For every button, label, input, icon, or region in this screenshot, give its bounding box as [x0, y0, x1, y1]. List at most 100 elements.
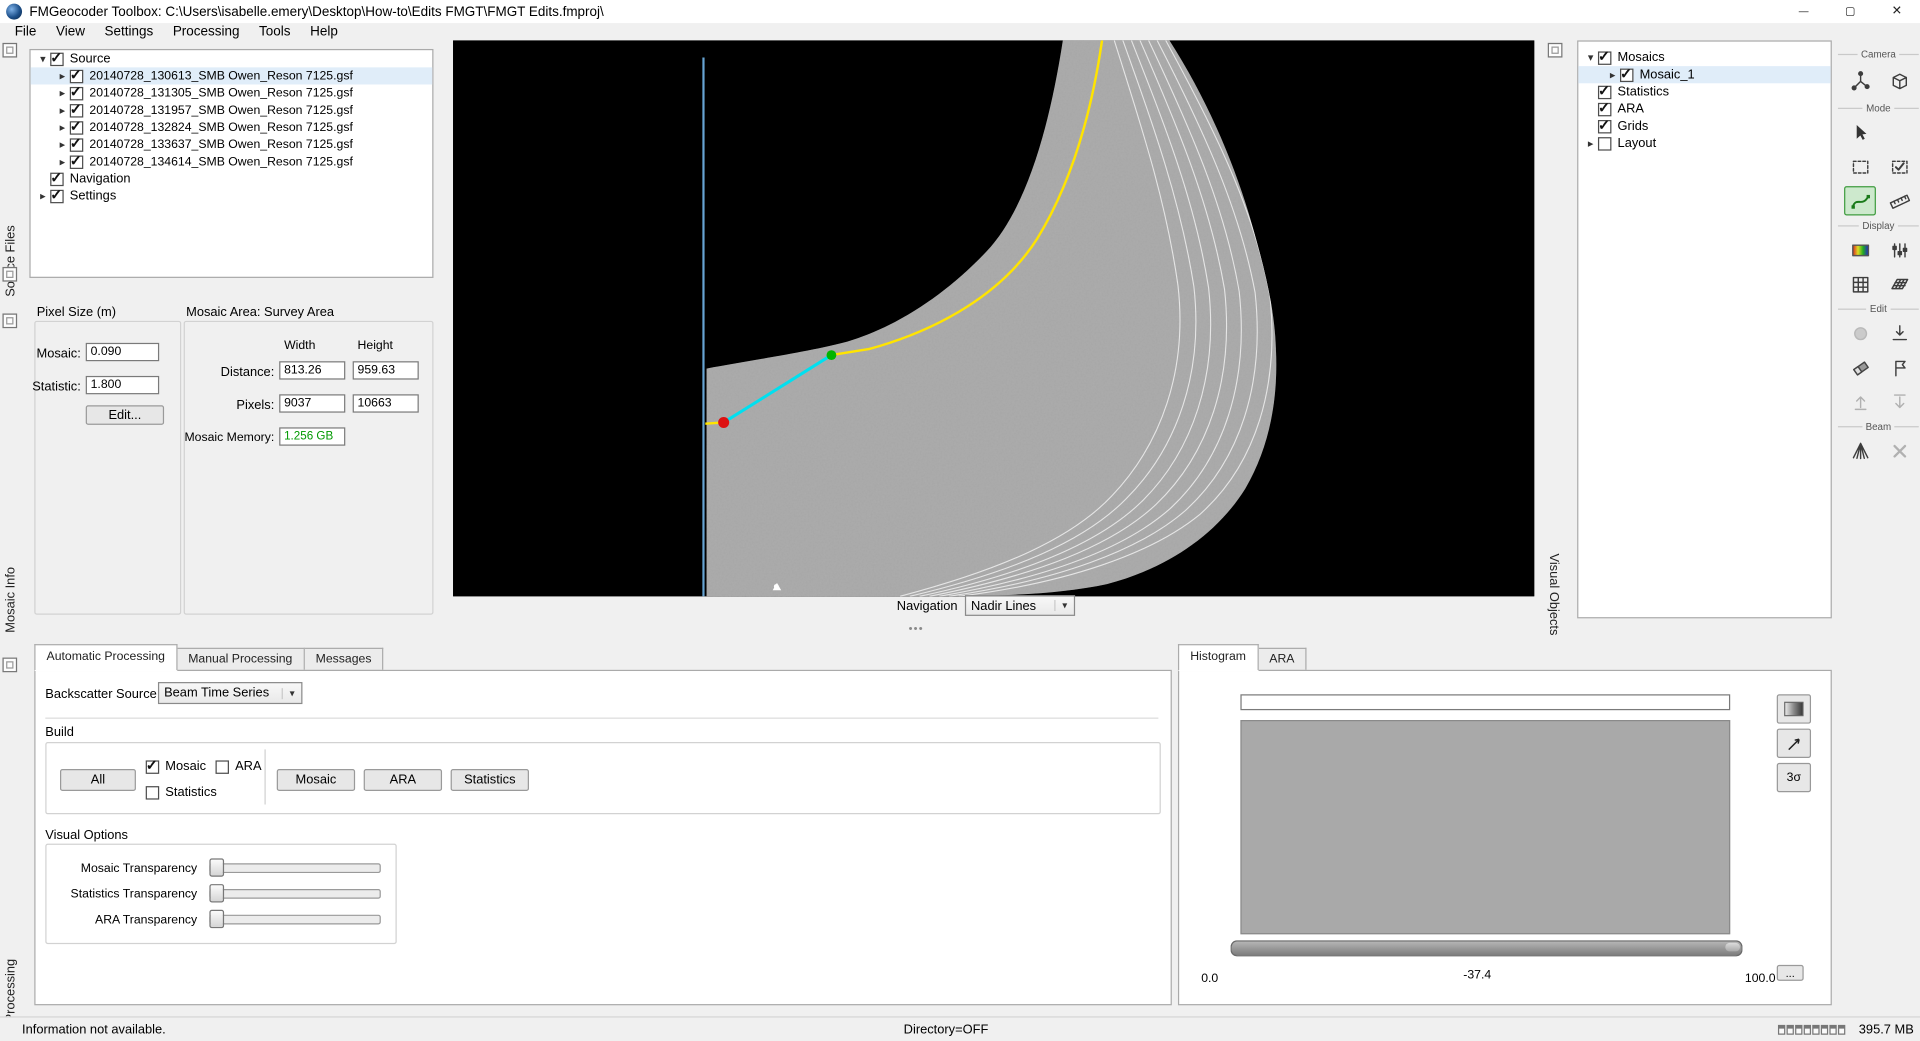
expander-icon[interactable] — [55, 138, 70, 151]
settings-checkbox[interactable] — [50, 189, 63, 202]
file-checkbox[interactable] — [70, 86, 83, 99]
pixels-height-field[interactable]: 10663 — [353, 394, 419, 412]
menu-file[interactable]: File — [5, 23, 46, 41]
build-mosaic-button[interactable]: Mosaic — [277, 769, 355, 791]
soft-brush-icon[interactable] — [1844, 318, 1876, 347]
tab-messages[interactable]: Messages — [305, 648, 384, 671]
mosaic-1-checkbox[interactable] — [1620, 68, 1633, 81]
build-ara-checkbox[interactable] — [216, 760, 229, 773]
tree-row-grids[interactable]: Grids — [1578, 118, 1830, 135]
navigation-checkbox[interactable] — [50, 172, 63, 185]
histogram-picker-button[interactable] — [1777, 729, 1811, 758]
marquee-select-icon[interactable] — [1844, 152, 1876, 181]
measure-icon[interactable] — [1883, 186, 1915, 215]
tab-histogram[interactable]: Histogram — [1178, 644, 1258, 671]
tree-row-file[interactable]: 20140728_130613_SMB Owen_Reson 7125.gsf — [31, 67, 433, 84]
tree-row-file[interactable]: 20140728_131305_SMB Owen_Reson 7125.gsf — [31, 84, 433, 101]
expander-icon[interactable] — [36, 52, 51, 65]
build-statistics-checkbox[interactable] — [146, 786, 159, 799]
file-checkbox[interactable] — [70, 155, 83, 168]
mosaic-transparency-slider[interactable] — [209, 857, 380, 877]
tree-row-statistics[interactable]: Statistics — [1578, 83, 1830, 100]
dock-icon[interactable] — [2, 313, 17, 328]
camera-orbit-icon[interactable] — [1844, 66, 1876, 95]
edit-navigation-tool-icon[interactable] — [1844, 186, 1876, 215]
expander-icon[interactable] — [55, 86, 70, 99]
levels-icon[interactable] — [1883, 235, 1915, 264]
menu-view[interactable]: View — [46, 23, 95, 41]
statistics-checkbox[interactable] — [1598, 85, 1611, 98]
minimize-button[interactable] — [1780, 0, 1827, 23]
statistic-pixel-field[interactable]: 1.800 — [86, 376, 159, 394]
dock-icon[interactable] — [2, 267, 17, 282]
tree-row-file[interactable]: 20140728_133637_SMB Owen_Reson 7125.gsf — [31, 136, 433, 153]
ara-transparency-slider[interactable] — [209, 909, 380, 929]
backscatter-source-combo[interactable]: Beam Time Series — [158, 682, 302, 704]
slider-handle[interactable] — [1725, 943, 1740, 952]
tree-row-ara[interactable]: ARA — [1578, 100, 1830, 117]
dock-tab-visual-objects[interactable]: Visual Objects — [1547, 553, 1562, 635]
grid-icon[interactable] — [1844, 269, 1876, 298]
camera-box-icon[interactable] — [1883, 66, 1915, 95]
grids-checkbox[interactable] — [1598, 119, 1611, 132]
splitter-handle[interactable]: ••• — [909, 622, 924, 634]
expander-icon[interactable] — [55, 155, 70, 168]
segment-start-point[interactable] — [827, 350, 837, 360]
menu-help[interactable]: Help — [300, 23, 347, 41]
dock-icon[interactable] — [2, 43, 17, 58]
dock-tab-source-files[interactable]: Source Files — [4, 225, 19, 296]
menu-tools[interactable]: Tools — [249, 23, 300, 41]
shift-down-icon[interactable] — [1883, 387, 1915, 416]
delete-beam-icon[interactable] — [1883, 436, 1915, 465]
tree-row-source[interactable]: Source — [31, 50, 433, 67]
histogram-more-button[interactable]: ... — [1777, 965, 1804, 981]
tree-row-settings[interactable]: Settings — [31, 187, 433, 204]
expander-icon[interactable] — [1605, 68, 1620, 81]
layout-checkbox[interactable] — [1598, 137, 1611, 150]
build-statistics-button[interactable]: Statistics — [451, 769, 529, 791]
tree-row-file[interactable]: 20140728_134614_SMB Owen_Reson 7125.gsf — [31, 153, 433, 170]
ara-checkbox-row[interactable]: ARA — [216, 759, 262, 774]
build-all-button[interactable]: All — [60, 769, 136, 791]
tree-row-file[interactable]: 20140728_132824_SMB Owen_Reson 7125.gsf — [31, 119, 433, 136]
file-checkbox[interactable] — [70, 103, 83, 116]
build-mosaic-checkbox[interactable] — [146, 760, 159, 773]
expander-icon[interactable] — [55, 121, 70, 134]
beam-fan-icon[interactable] — [1844, 436, 1876, 465]
dock-icon[interactable] — [1548, 43, 1563, 58]
close-button[interactable] — [1873, 0, 1920, 23]
statistics-checkbox-row[interactable]: Statistics — [146, 785, 217, 800]
expander-icon[interactable] — [1583, 137, 1598, 150]
histogram-range-input[interactable] — [1240, 694, 1730, 710]
tree-row-navigation[interactable]: Navigation — [31, 170, 433, 187]
distance-width-field[interactable]: 813.26 — [279, 361, 345, 379]
mosaics-checkbox[interactable] — [1598, 51, 1611, 64]
tab-manual-processing[interactable]: Manual Processing — [177, 648, 304, 671]
expander-icon[interactable] — [36, 189, 51, 202]
edit-pixel-size-button[interactable]: Edit... — [86, 405, 164, 425]
navigation-combo[interactable]: Nadir Lines — [965, 595, 1075, 616]
file-checkbox[interactable] — [70, 121, 83, 134]
marquee-accept-icon[interactable] — [1883, 152, 1915, 181]
histogram-sigma-button[interactable]: 3σ — [1777, 763, 1811, 792]
dock-tab-processing[interactable]: Processing — [4, 959, 19, 1023]
tab-ara[interactable]: ARA — [1258, 648, 1306, 671]
file-checkbox[interactable] — [70, 69, 83, 82]
file-checkbox[interactable] — [70, 138, 83, 151]
map-viewport[interactable] — [453, 40, 1534, 596]
statistics-transparency-slider[interactable] — [209, 883, 380, 903]
menu-settings[interactable]: Settings — [95, 23, 163, 41]
build-ara-button[interactable]: ARA — [364, 769, 442, 791]
pixels-width-field[interactable]: 9037 — [279, 394, 345, 412]
expander-icon[interactable] — [55, 69, 70, 82]
tree-row-mosaics[interactable]: Mosaics — [1578, 49, 1830, 66]
source-checkbox[interactable] — [50, 52, 63, 65]
colormap-icon[interactable] — [1844, 235, 1876, 264]
tree-row-mosaic-1[interactable]: Mosaic_1 — [1578, 66, 1830, 83]
eraser-icon[interactable] — [1844, 353, 1876, 382]
maximize-button[interactable] — [1827, 0, 1874, 23]
mosaic-checkbox-row[interactable]: Mosaic — [146, 759, 206, 774]
distance-height-field[interactable]: 959.63 — [353, 361, 419, 379]
histogram-range-slider[interactable] — [1231, 940, 1743, 956]
commit-down-icon[interactable] — [1883, 318, 1915, 347]
